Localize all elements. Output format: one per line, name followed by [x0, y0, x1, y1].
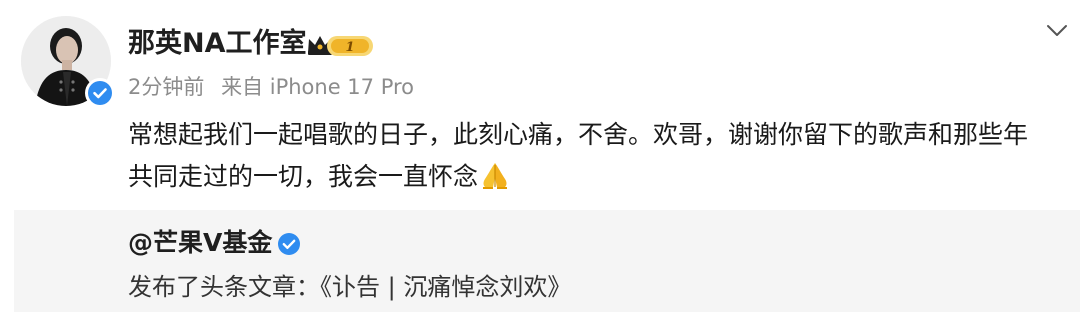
post-content-line-2: 共同走过的一切，我会一直怀念 — [128, 156, 1068, 202]
post-content: 常想起我们一起唱歌的日子，此刻心痛，不舍。欢哥，谢谢你留下的歌声和那些年 共同走… — [128, 114, 1068, 202]
verified-check-icon — [278, 233, 300, 255]
repost-card[interactable]: @芒果V基金 发布了头条文章：《讣告 | 沉痛悼念刘欢》 — [14, 210, 1080, 312]
post-meta: 2分钟前 来自 iPhone 17 Pro — [128, 73, 424, 101]
verified-badge — [85, 78, 115, 108]
author-avatar-container[interactable] — [21, 16, 115, 108]
folded-hands-icon — [480, 160, 510, 202]
repost-author[interactable]: @芒果V基金 — [128, 226, 272, 260]
post-source: 来自 iPhone 17 Pro — [221, 75, 415, 99]
author-name[interactable]: 那英NA工作室 — [128, 26, 307, 62]
post-content-line-text: 共同走过的一切，我会一直怀念 — [128, 162, 479, 191]
post-content-line: 常想起我们一起唱歌的日子，此刻心痛，不舍。欢哥，谢谢你留下的歌声和那些年 — [128, 120, 1029, 149]
post-menu-button[interactable] — [1045, 18, 1069, 42]
vip-level-text: 1 — [345, 40, 354, 55]
weibo-post-card: 那英NA工作室 1 2分钟前 来自 iPhone 17 Pro 常想起我们一起唱… — [0, 0, 1080, 312]
repost-verified-badge — [277, 232, 301, 256]
post-time[interactable]: 2分钟前 — [128, 75, 204, 99]
crown-vip-icon: 1 — [308, 36, 373, 56]
chevron-down-icon — [1047, 25, 1067, 36]
verified-check-icon — [88, 81, 112, 105]
repost-article-link[interactable]: 发布了头条文章：《讣告 | 沉痛悼念刘欢》 — [128, 270, 571, 304]
vip-badge[interactable]: 1 — [305, 31, 377, 59]
